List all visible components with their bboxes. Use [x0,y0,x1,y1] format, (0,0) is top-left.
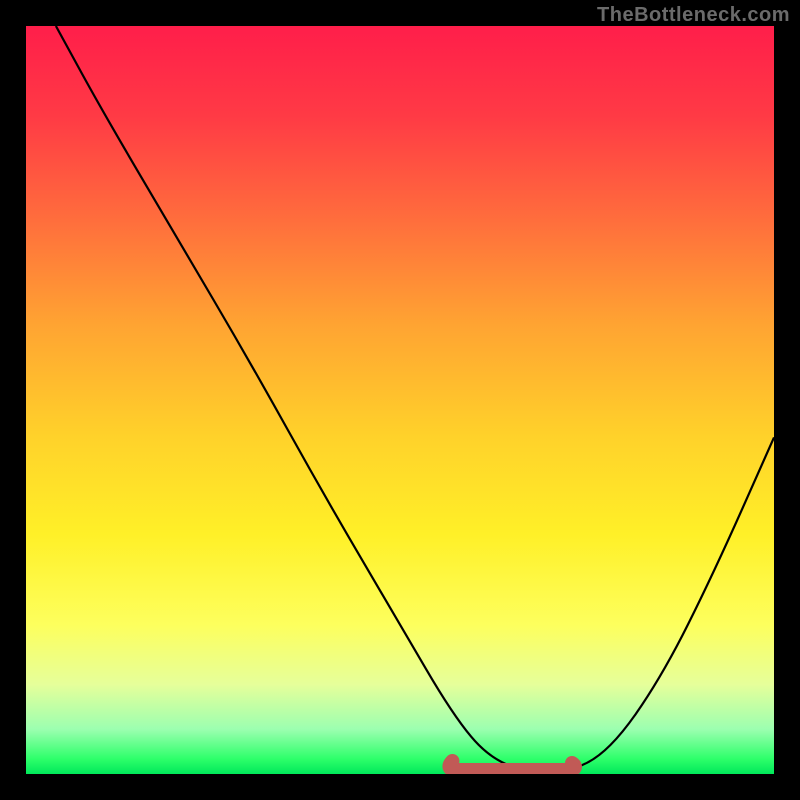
optimal-range-marker [449,761,575,770]
chart-plot-area [26,26,774,774]
bottleneck-curve [56,26,774,774]
chart-svg [26,26,774,774]
watermark-text: TheBottleneck.com [597,4,790,27]
